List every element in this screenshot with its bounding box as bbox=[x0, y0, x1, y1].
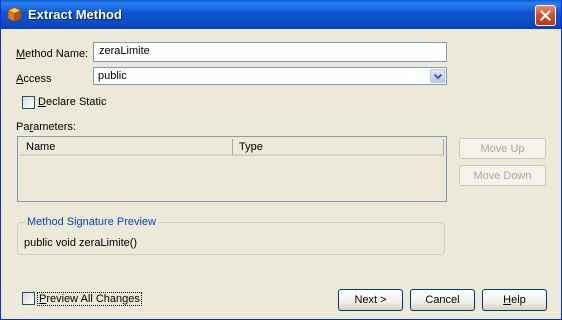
move-up-button[interactable]: Move Up bbox=[459, 138, 546, 159]
preview-all-changes-checkbox[interactable] bbox=[22, 292, 35, 305]
help-button-label-rest: elp bbox=[511, 294, 526, 306]
next-button[interactable]: Next > bbox=[338, 289, 403, 311]
parameters-label: Parameters: bbox=[16, 121, 76, 133]
column-header-name[interactable]: Name bbox=[20, 139, 233, 156]
chevron-down-icon bbox=[434, 73, 442, 80]
declare-static-label[interactable]: Declare Static bbox=[38, 96, 106, 108]
window-title: Extract Method bbox=[28, 7, 122, 22]
netbeans-cube-icon bbox=[7, 7, 22, 22]
method-name-label: Method Name: bbox=[16, 48, 89, 60]
help-button-mnemonic: H bbox=[503, 294, 512, 306]
declare-static-label-rest: eclare Static bbox=[45, 96, 107, 108]
method-name-input[interactable]: zeraLimite bbox=[93, 42, 447, 62]
extract-method-dialog: Extract Method Method Name: zeraLimite A… bbox=[0, 0, 562, 320]
access-label-rest: ccess bbox=[23, 73, 52, 85]
close-button[interactable] bbox=[535, 5, 556, 26]
method-name-label-rest: ethod Name: bbox=[25, 48, 89, 60]
method-signature-preview-group: Method Signature Preview public void zer… bbox=[17, 216, 445, 255]
method-signature-preview-legend: Method Signature Preview bbox=[25, 216, 159, 228]
parameters-label-rest: ameters: bbox=[33, 121, 76, 133]
column-header-type[interactable]: Type bbox=[233, 139, 444, 156]
declare-static-checkbox[interactable] bbox=[22, 96, 35, 109]
title-bar[interactable]: Extract Method bbox=[1, 0, 561, 29]
move-down-button[interactable]: Move Down bbox=[459, 165, 546, 186]
access-select[interactable]: public bbox=[93, 67, 447, 85]
access-label: Access bbox=[16, 73, 52, 85]
access-dropdown-button[interactable] bbox=[430, 69, 445, 83]
preview-all-changes-label[interactable]: Preview All Changes bbox=[37, 292, 142, 306]
cancel-button[interactable]: Cancel bbox=[410, 289, 475, 311]
close-icon bbox=[539, 9, 552, 22]
method-signature-preview-text: public void zeraLimite() bbox=[24, 237, 138, 249]
parameters-table[interactable]: Name Type bbox=[17, 136, 447, 202]
access-select-value: public bbox=[98, 70, 127, 82]
preview-all-changes-label-rest: review All Changes bbox=[46, 293, 140, 305]
help-button[interactable]: Help bbox=[482, 289, 547, 311]
